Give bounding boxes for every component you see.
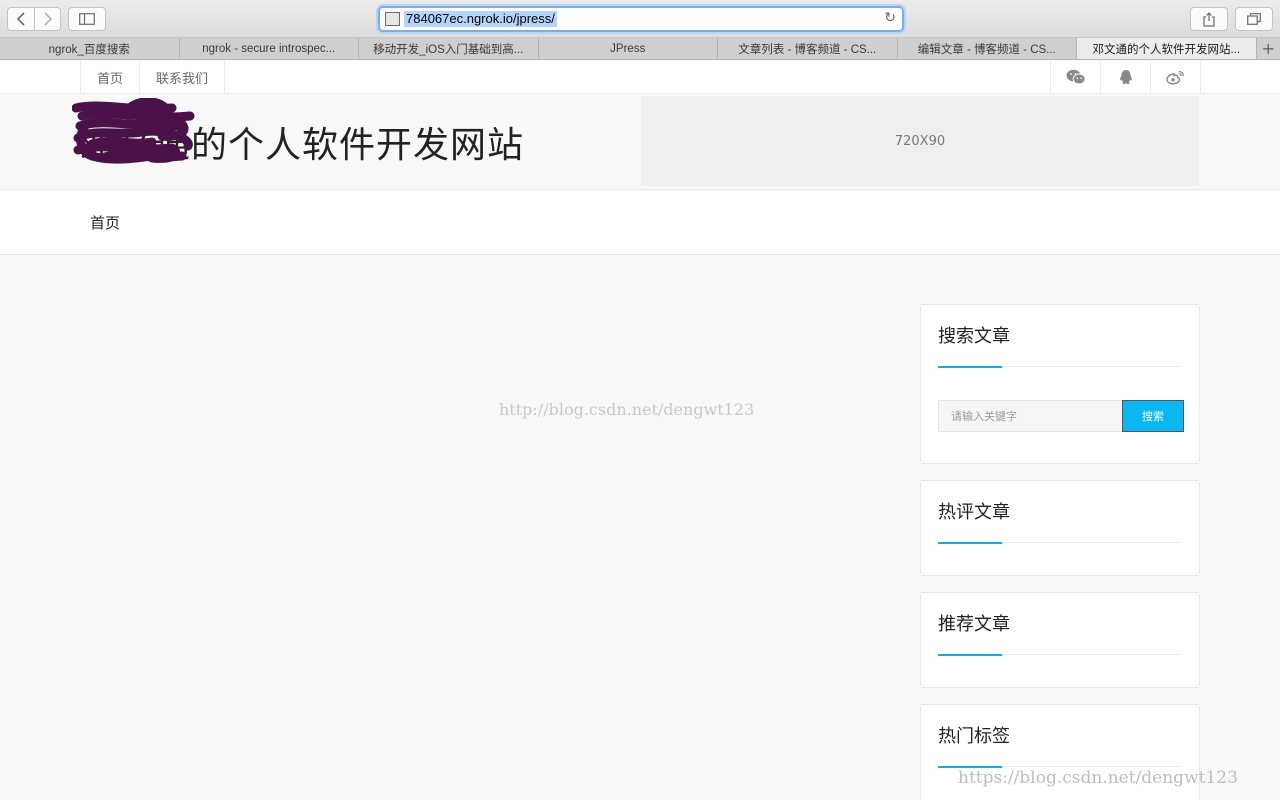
ad-banner[interactable]: 720X90 bbox=[641, 96, 1199, 186]
redaction-scribble bbox=[72, 98, 195, 164]
recommended-title: 推荐文章 bbox=[938, 614, 1010, 635]
hot-tags-title: 热门标签 bbox=[938, 726, 1010, 747]
new-tab-button[interactable]: + bbox=[1257, 38, 1280, 59]
main-nav: 首页 bbox=[0, 191, 1280, 255]
tab-baidu-search[interactable]: ngrok_百度搜索 bbox=[0, 38, 180, 59]
tab-overview-button[interactable] bbox=[1235, 7, 1273, 31]
top-navbar: 首页 联系我们 bbox=[0, 61, 1280, 94]
url-text[interactable]: 784067ec.ngrok.io/jpress/ bbox=[404, 11, 557, 27]
nav-home[interactable]: 首页 bbox=[90, 212, 120, 233]
sidebar-icon bbox=[79, 13, 95, 25]
top-link-contact[interactable]: 联系我们 bbox=[140, 61, 226, 93]
hot-comments-widget: 热评文章 bbox=[920, 480, 1200, 576]
widget-accent-bar bbox=[938, 654, 1002, 656]
watermark-corner: https://blog.csdn.net/dengwt123 bbox=[958, 768, 1238, 788]
tab-edit-article[interactable]: 编辑文章 - 博客频道 - CS... bbox=[898, 38, 1077, 59]
sidebar-toggle-button[interactable] bbox=[68, 7, 106, 31]
hot-comments-title: 热评文章 bbox=[938, 502, 1010, 523]
search-button[interactable]: 搜索 bbox=[1122, 400, 1184, 432]
weibo-link[interactable] bbox=[1151, 61, 1201, 93]
qq-link[interactable] bbox=[1101, 61, 1151, 93]
history-nav bbox=[7, 7, 61, 31]
share-icon bbox=[1203, 11, 1215, 27]
page-favicon-icon bbox=[385, 12, 400, 26]
widget-accent-bar bbox=[938, 366, 1002, 368]
chevron-right-icon bbox=[43, 12, 52, 26]
browser-toolbar: 784067ec.ngrok.io/jpress/ ↻ bbox=[0, 0, 1280, 38]
share-button[interactable] bbox=[1190, 7, 1228, 31]
tab-ios-dev[interactable]: 移动开发_iOS入门基础到高... bbox=[359, 38, 539, 59]
reload-icon[interactable]: ↻ bbox=[884, 10, 896, 26]
top-link-home[interactable]: 首页 bbox=[81, 61, 141, 93]
search-widget-title: 搜索文章 bbox=[938, 326, 1010, 347]
qq-icon bbox=[1119, 69, 1132, 84]
search-form: 搜索 bbox=[938, 400, 1184, 432]
wechat-icon bbox=[1066, 69, 1086, 85]
tab-bar: ngrok_百度搜索 ngrok - secure introspec... 移… bbox=[0, 38, 1280, 60]
ad-size-label: 720X90 bbox=[894, 133, 946, 149]
tabs-icon bbox=[1247, 13, 1261, 25]
tab-jpress[interactable]: JPress bbox=[539, 38, 718, 59]
forward-button[interactable] bbox=[34, 8, 60, 30]
widget-accent-bar bbox=[938, 542, 1002, 544]
back-button[interactable] bbox=[8, 8, 34, 30]
tab-ngrok[interactable]: ngrok - secure introspec... bbox=[180, 38, 359, 59]
tab-current-site[interactable]: 邓文通的个人软件开发网站... bbox=[1077, 38, 1257, 59]
social-links bbox=[1050, 61, 1201, 93]
tab-article-list[interactable]: 文章列表 - 博客频道 - CS... bbox=[718, 38, 898, 59]
search-input[interactable] bbox=[938, 400, 1122, 432]
recommended-widget: 推荐文章 bbox=[920, 592, 1200, 688]
address-bar[interactable]: 784067ec.ngrok.io/jpress/ ↻ bbox=[378, 6, 904, 32]
search-widget: 搜索文章 搜索 bbox=[920, 304, 1200, 464]
watermark-center: http://blog.csdn.net/dengwt123 bbox=[499, 400, 755, 419]
top-links: 首页 联系我们 bbox=[80, 61, 226, 93]
weibo-icon bbox=[1166, 70, 1184, 84]
wechat-link[interactable] bbox=[1051, 61, 1101, 93]
chevron-left-icon bbox=[16, 12, 25, 26]
